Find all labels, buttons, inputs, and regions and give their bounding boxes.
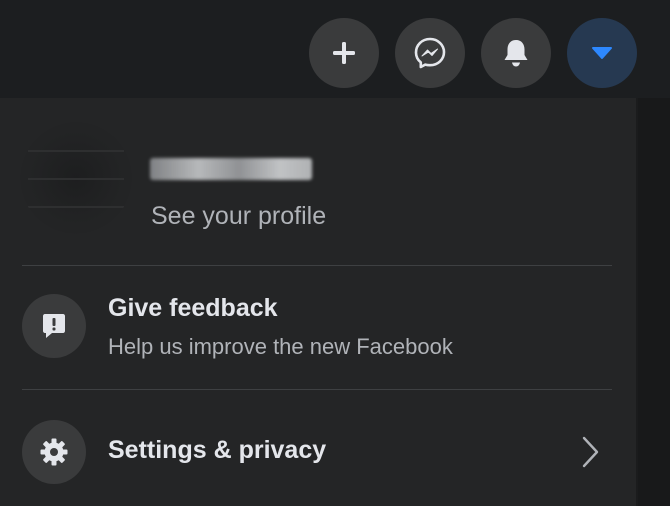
gear-icon — [22, 420, 86, 484]
messenger-button[interactable] — [395, 18, 465, 88]
create-button[interactable] — [309, 18, 379, 88]
settings-privacy-item[interactable]: Settings & privacy — [0, 406, 636, 502]
see-profile-item[interactable]: See your profile — [0, 112, 636, 262]
bell-icon — [501, 37, 531, 69]
menu-divider — [22, 265, 612, 266]
account-menu-button[interactable] — [567, 18, 637, 88]
give-feedback-title: Give feedback — [108, 294, 278, 322]
settings-privacy-title: Settings & privacy — [108, 436, 327, 464]
menu-divider — [22, 389, 612, 390]
caret-down-icon — [591, 46, 613, 60]
facebook-account-menu-screen: See your profile Give feedback Help us i… — [0, 0, 670, 506]
top-navigation-bar — [0, 0, 670, 98]
give-feedback-subtitle: Help us improve the new Facebook — [108, 334, 453, 359]
avatar — [20, 122, 132, 234]
notifications-button[interactable] — [481, 18, 551, 88]
plus-icon — [330, 39, 358, 67]
chevron-right-icon — [578, 434, 602, 475]
profile-subtitle: See your profile — [151, 202, 327, 230]
feedback-icon — [22, 294, 86, 358]
account-dropdown-menu: See your profile Give feedback Help us i… — [0, 98, 638, 506]
profile-name-redacted — [150, 158, 312, 180]
give-feedback-item[interactable]: Give feedback Help us improve the new Fa… — [0, 278, 636, 390]
messenger-icon — [413, 36, 447, 70]
